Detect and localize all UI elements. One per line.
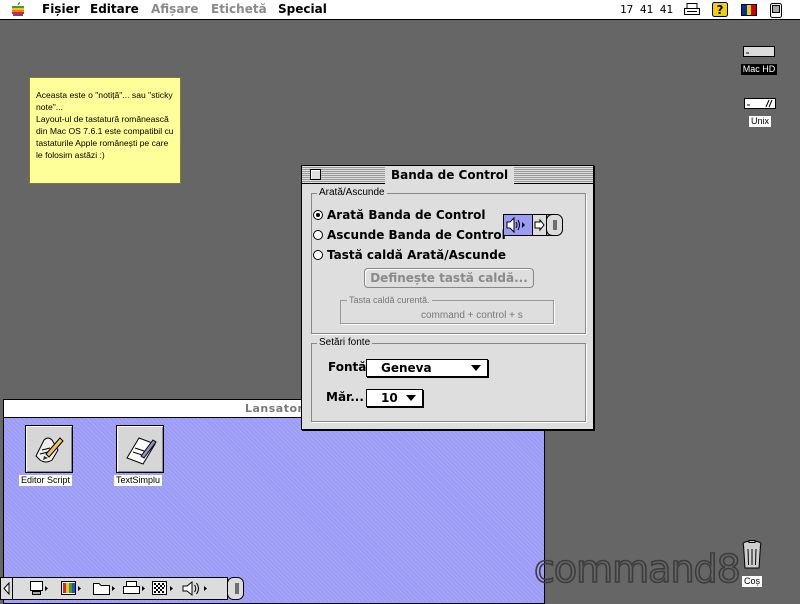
desktop-icon-mac-hd[interactable]: Mac HD: [737, 46, 781, 75]
command8-watermark-logo: command8: [533, 546, 741, 588]
current-hotkey-value: command + control + s: [421, 310, 523, 321]
application-icon[interactable]: [770, 3, 782, 18]
menu-file[interactable]: Fișier: [42, 2, 80, 16]
radio-label: Ascunde Banda de Control: [327, 228, 506, 242]
folder-icon[interactable]: [92, 580, 118, 597]
size-popup-value: 10: [381, 391, 398, 405]
menu-bar: Fișier Editare Afișare Etichetă Special …: [0, 0, 800, 20]
launcher-item-simpletext[interactable]: [116, 425, 164, 473]
help-icon[interactable]: ?: [712, 2, 728, 17]
color-depth-icon[interactable]: [60, 580, 84, 597]
size-popup[interactable]: 10: [366, 389, 423, 407]
radio-hide-strip[interactable]: Ascunde Banda de Control: [313, 228, 506, 242]
menu-label[interactable]: Etichetă: [211, 2, 267, 16]
font-settings-group: [311, 343, 586, 422]
keyboard-layout-flag-icon[interactable]: [741, 4, 757, 16]
launcher-title: Lansator: [245, 402, 304, 415]
sound-volume-icon[interactable]: [181, 580, 211, 597]
svg-text:?: ?: [717, 3, 724, 17]
font-popup[interactable]: Geneva: [366, 359, 488, 377]
printer-icon[interactable]: [684, 3, 700, 16]
current-hotkey-label: Tasta caldă curentă.: [347, 294, 432, 306]
font-label: Fontă:: [328, 360, 372, 374]
radio-label: Arată Banda de Control: [327, 208, 486, 222]
size-label: Măr...: [326, 390, 364, 404]
launcher-item-script-editor[interactable]: [25, 425, 73, 473]
hard-disk-icon: [743, 46, 775, 57]
chevron-down-icon: [471, 365, 481, 371]
radio-button[interactable]: [313, 210, 323, 220]
desktop-icon-unix[interactable]: Unix: [740, 98, 780, 127]
chevron-down-icon: [406, 395, 416, 401]
menu-view[interactable]: Afișare: [151, 2, 198, 16]
launcher-item-label: Editor Script: [19, 475, 73, 486]
menubar-clock[interactable]: 17 41 41: [620, 3, 673, 16]
cpanel-title: Banda de Control: [385, 166, 515, 184]
apple-icon[interactable]: [12, 2, 24, 16]
radio-show-strip[interactable]: Arată Banda de Control: [313, 208, 485, 222]
printer-icon[interactable]: [122, 580, 148, 597]
radio-button[interactable]: [313, 230, 323, 240]
menu-special[interactable]: Special: [278, 2, 327, 16]
cpanel-title-bar[interactable]: Banda de Control: [302, 166, 593, 184]
font-popup-value: Geneva: [381, 361, 432, 375]
disk-icon: [744, 98, 776, 109]
simpletext-icon: [126, 437, 157, 465]
menu-edit[interactable]: Editare: [90, 2, 139, 16]
sticky-note[interactable]: Aceasta este o "notiță"... sau "sticky n…: [29, 77, 181, 184]
define-hotkey-button[interactable]: Definește tastă caldă...: [364, 268, 534, 288]
radio-hotkey-toggle[interactable]: Tastă caldă Arată/Ascunde: [313, 248, 506, 262]
control-strip-panel-window[interactable]: Banda de Control Arată/Ascunde Arată Ban…: [301, 165, 594, 430]
control-strip-preview-icon: [503, 214, 563, 236]
launcher-item-label: TextSimplu: [114, 475, 163, 486]
font-settings-group-label: Setări fonte: [317, 337, 373, 349]
radio-button[interactable]: [313, 250, 323, 260]
resolution-icon[interactable]: [151, 580, 177, 597]
radio-label: Tastă caldă Arată/Ascunde: [327, 248, 506, 262]
show-hide-group-label: Arată/Ascunde: [317, 187, 387, 199]
launcher-content: Editor Script TextSimplu: [4, 418, 544, 603]
desktop-icon-label: Unix: [748, 116, 771, 127]
monitor-icon[interactable]: [28, 580, 50, 597]
desktop-icon-label: Mac HD: [740, 64, 778, 75]
watermark-text: command8: [534, 547, 740, 588]
close-box[interactable]: [310, 169, 321, 180]
script-editor-icon: [35, 437, 64, 463]
